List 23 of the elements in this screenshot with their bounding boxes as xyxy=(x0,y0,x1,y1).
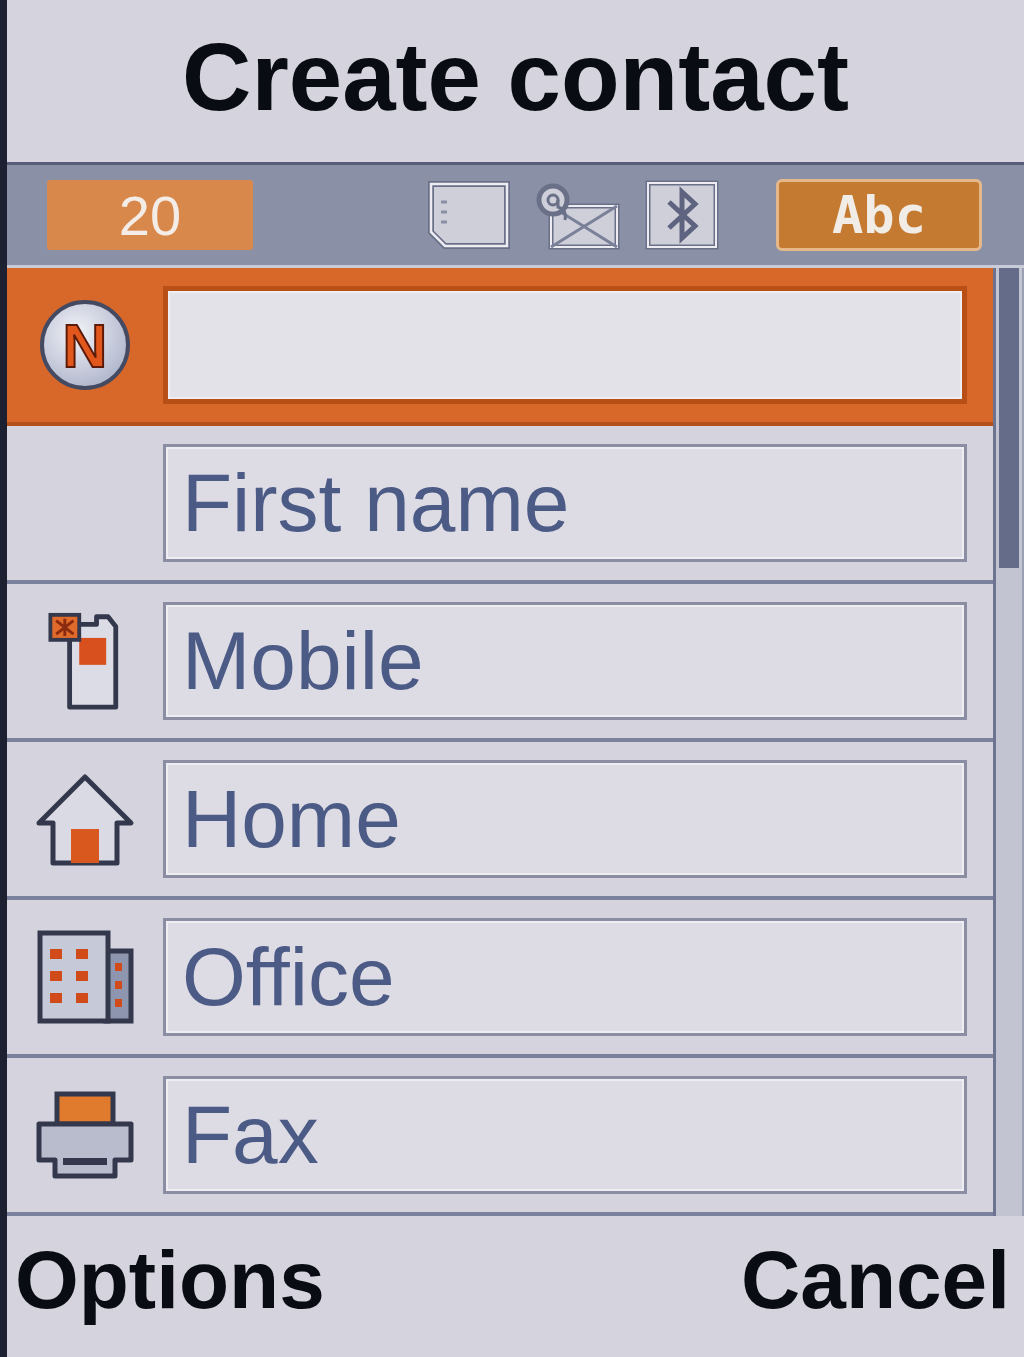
text-input-field[interactable] xyxy=(163,286,967,404)
screen-title: Create contact xyxy=(182,29,849,132)
cancel-softkey[interactable]: Cancel xyxy=(741,1235,1010,1338)
character-counter: 20 xyxy=(47,180,253,250)
text-input-field[interactable]: Fax xyxy=(163,1076,967,1194)
text-input-field[interactable]: Office xyxy=(163,918,967,1036)
contact-field-row[interactable]: Home xyxy=(7,742,993,900)
contact-field-row[interactable]: Office xyxy=(7,900,993,1058)
bluetooth-icon xyxy=(645,180,719,250)
office-building-icon xyxy=(36,929,134,1025)
house-icon xyxy=(35,771,135,867)
text-input-field[interactable]: Home xyxy=(163,760,967,878)
options-softkey[interactable]: Options xyxy=(15,1235,325,1338)
input-mode-indicator: Abc xyxy=(776,179,982,251)
sim-card-icon xyxy=(425,180,513,250)
name-letter-badge: N xyxy=(40,300,130,390)
contact-field-row[interactable]: First name xyxy=(7,426,993,584)
contact-field-row[interactable]: Fax xyxy=(7,1058,993,1216)
text-input-field[interactable]: Mobile xyxy=(163,602,967,720)
contact-field-row[interactable]: Mobile xyxy=(7,584,993,742)
printer-icon xyxy=(35,1090,135,1180)
scrollbar-thumb[interactable] xyxy=(999,268,1019,568)
text-input-field[interactable]: First name xyxy=(163,444,967,562)
